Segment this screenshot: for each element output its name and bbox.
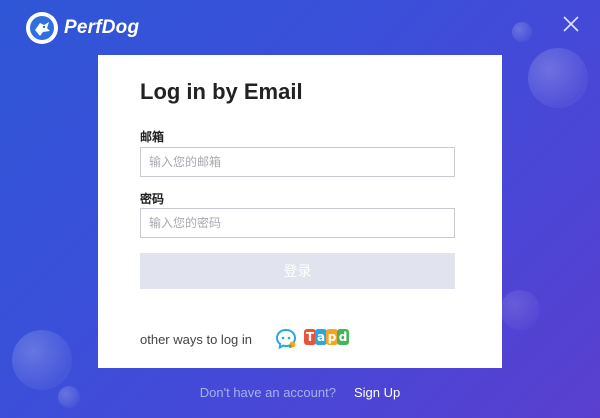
tapd-login-button[interactable]: T a p d bbox=[304, 329, 349, 345]
qq-login-button[interactable] bbox=[274, 327, 298, 351]
close-button[interactable] bbox=[562, 15, 580, 33]
login-button[interactable]: 登录 bbox=[140, 253, 455, 289]
decorative-bubble bbox=[12, 330, 72, 390]
app-name: PerfDog bbox=[64, 17, 140, 38]
app-logo: PerfDog bbox=[26, 12, 139, 44]
close-icon bbox=[563, 16, 579, 32]
email-field[interactable] bbox=[140, 147, 455, 177]
qq-icon bbox=[275, 328, 297, 350]
no-account-text: Don't have an account? bbox=[199, 385, 336, 400]
email-label: 邮箱 bbox=[140, 130, 165, 144]
decorative-bubble bbox=[500, 290, 540, 330]
perfdog-logo-icon bbox=[26, 12, 58, 44]
sign-up-link[interactable]: Sign Up bbox=[354, 385, 400, 400]
decorative-bubble bbox=[528, 48, 588, 108]
decorative-bubble bbox=[512, 22, 532, 42]
signup-footer: Don't have an account? Sign Up bbox=[0, 385, 600, 400]
password-field[interactable] bbox=[140, 208, 455, 238]
login-card: Log in by Email 邮箱 密码 登录 other ways to l… bbox=[98, 55, 502, 368]
login-window: PerfDog Log in by Email 邮箱 密码 登录 other w… bbox=[0, 0, 600, 418]
tapd-letter: d bbox=[337, 329, 349, 345]
other-ways-label: other ways to log in bbox=[140, 332, 253, 347]
login-title: Log in by Email bbox=[140, 79, 303, 104]
password-label: 密码 bbox=[140, 192, 165, 206]
